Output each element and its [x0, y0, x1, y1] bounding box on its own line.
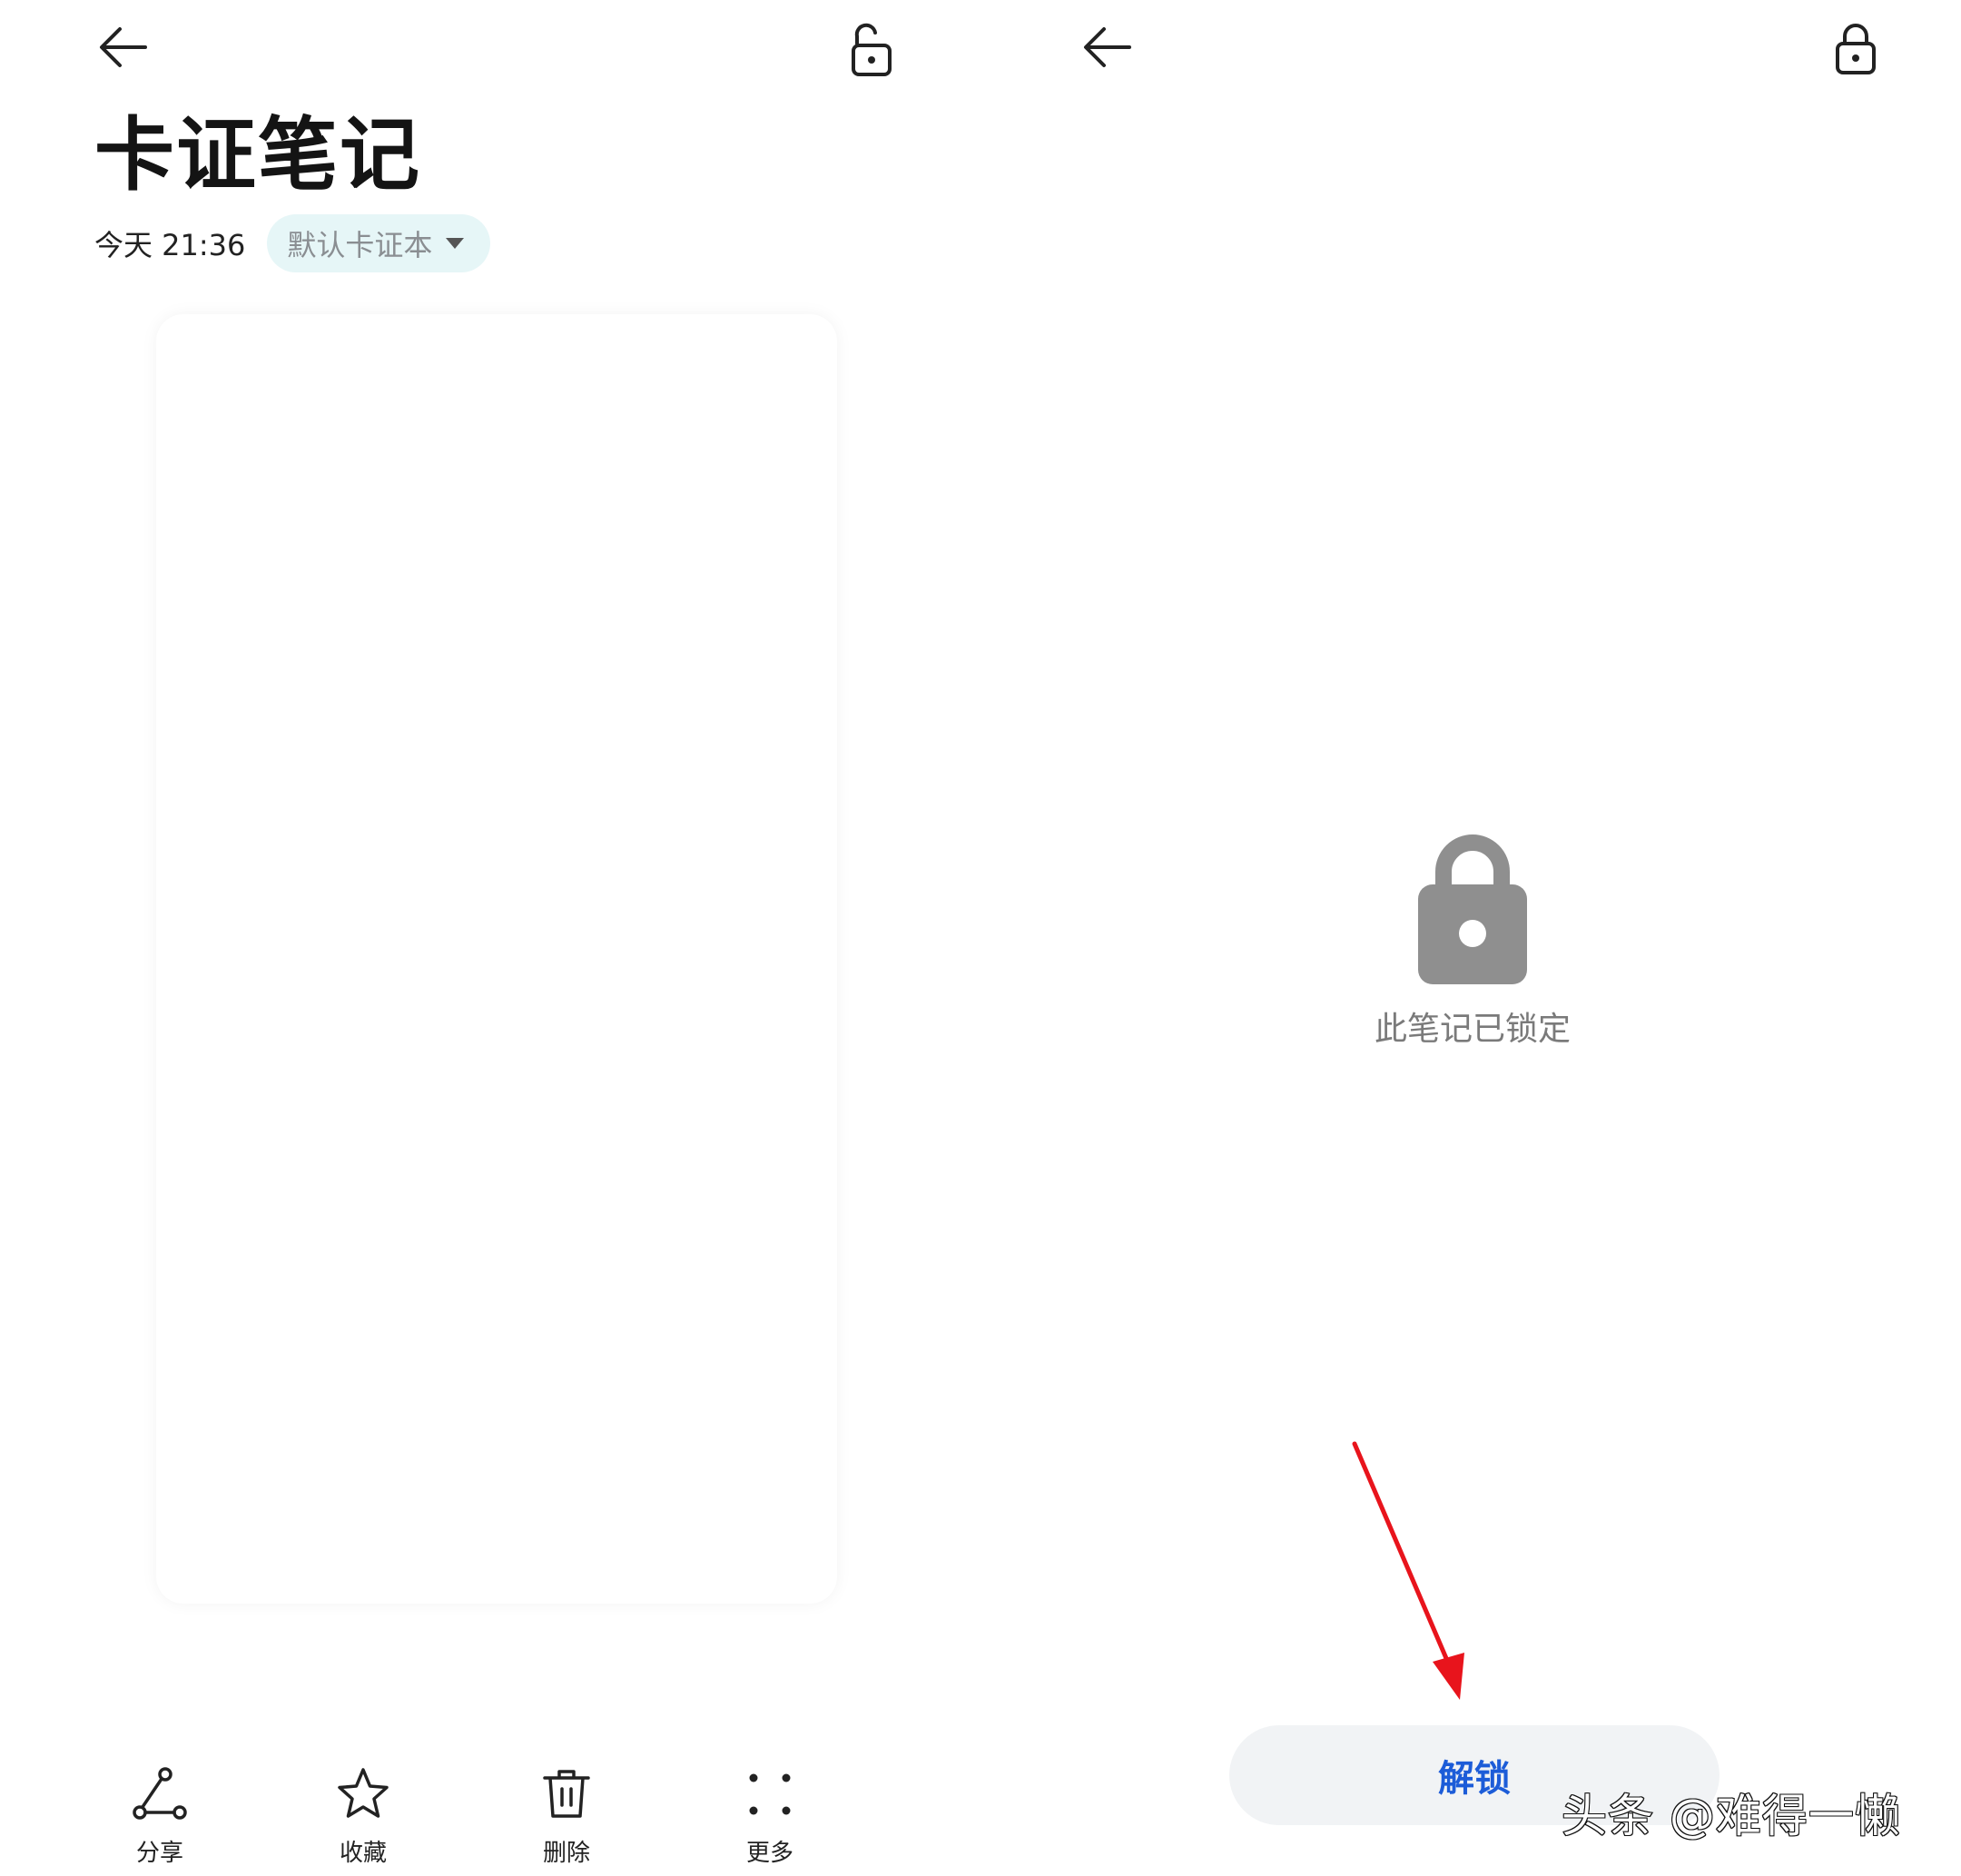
star-icon — [338, 1768, 389, 1818]
unlock-label: 解锁 — [1438, 1759, 1511, 1799]
share-icon — [133, 1767, 187, 1820]
back-arrow-icon — [100, 27, 147, 67]
favorite-label: 收藏 — [339, 1840, 387, 1867]
delete-button[interactable]: 删除 — [503, 1762, 630, 1868]
more-button[interactable]: 更多 — [706, 1762, 833, 1868]
back-button[interactable] — [87, 11, 160, 84]
note-meta: 今天 21:36 默认卡证本 — [94, 214, 491, 272]
note-date: 今天 21:36 — [94, 228, 246, 262]
more-label: 更多 — [745, 1840, 793, 1867]
more-dots-icon — [749, 1773, 791, 1815]
unlocked-padlock-icon — [852, 23, 892, 76]
back-button-locked[interactable] — [1071, 11, 1144, 84]
note-title[interactable]: 卡证笔记 — [94, 107, 421, 203]
share-button[interactable]: 分享 — [96, 1762, 223, 1868]
back-arrow-icon — [1084, 27, 1131, 67]
bottom-toolbar: 分享 收藏 删除 更多 — [94, 1762, 1002, 1871]
category-dropdown[interactable]: 默认卡证本 — [267, 214, 491, 272]
lock-status-button[interactable] — [1819, 13, 1892, 85]
red-annotation-arrow — [1352, 1441, 1464, 1700]
trash-icon — [543, 1770, 590, 1818]
lock-toggle-button[interactable] — [835, 15, 908, 87]
large-padlock-icon — [1418, 834, 1527, 984]
delete-label: 删除 — [542, 1840, 590, 1867]
locked-message: 此笔记已锁定 — [1374, 1011, 1571, 1048]
watermark: 头条 @难得一懒 — [1561, 1789, 1901, 1843]
favorite-button[interactable]: 收藏 — [300, 1762, 427, 1868]
card-image-placeholder[interactable] — [156, 314, 837, 1604]
dropdown-triangle-icon — [446, 238, 465, 249]
locked-padlock-icon — [1836, 24, 1876, 74]
category-label: 默认卡证本 — [287, 228, 433, 262]
share-label: 分享 — [135, 1840, 183, 1867]
locked-state: 此笔记已锁定 — [1291, 826, 1654, 1050]
